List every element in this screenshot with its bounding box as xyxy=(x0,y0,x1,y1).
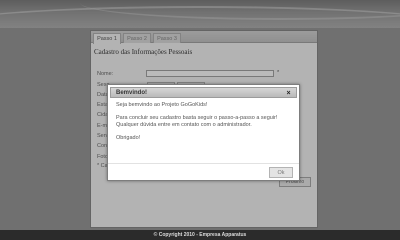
dialog-message-thanks: Obrigado! xyxy=(116,134,141,141)
dialog-body: Seja bemvindo ao Projeto GoGoKids! Para … xyxy=(116,102,291,164)
welcome-dialog: Bemvindo! × Seja bemvindo ao Projeto GoG… xyxy=(107,84,300,181)
dialog-message-instructions: Para concluir seu cadastro basta seguir … xyxy=(116,115,278,128)
dialog-title: Bemvindo! xyxy=(116,90,148,96)
dialog-titlebar[interactable]: Bemvindo! × xyxy=(110,87,297,98)
close-icon[interactable]: × xyxy=(284,89,293,98)
dialog-footer: Ok xyxy=(108,163,299,180)
footer-copyright: © Copyright 2010 - Empresa Apparatus xyxy=(0,230,400,240)
ok-button[interactable]: Ok xyxy=(269,167,293,178)
dialog-message-welcome: Seja bemvindo ao Projeto GoGoKids! xyxy=(116,102,208,108)
